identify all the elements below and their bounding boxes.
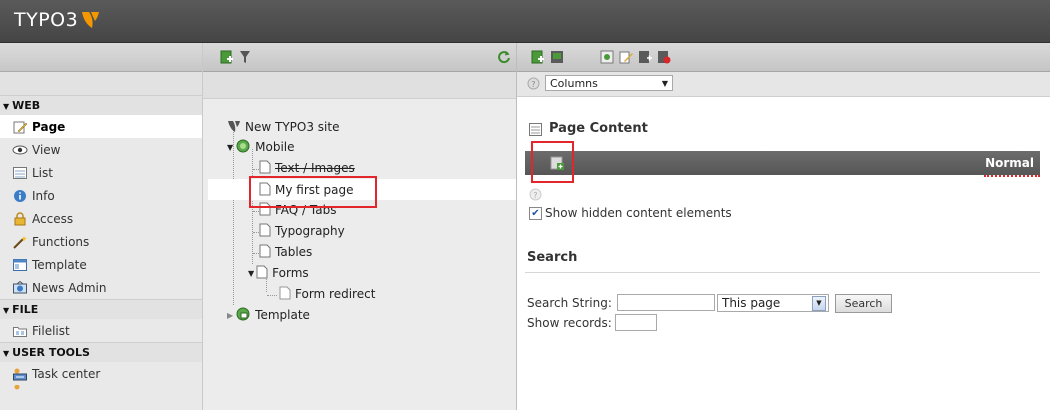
page-icon (259, 160, 271, 177)
task-icon (12, 367, 28, 381)
tree-node-tables[interactable]: Tables (259, 242, 312, 262)
content-area: ? Columns ▼ Page Content Normal ? ✔ Show… (517, 43, 1050, 410)
move-page-icon[interactable] (638, 50, 652, 67)
column-label: Normal (985, 156, 1034, 170)
show-hidden-label: Show hidden content elements (545, 206, 732, 220)
tree-node-mobile[interactable]: ▼ Mobile (227, 137, 295, 157)
group-file[interactable]: ▼ FILE (0, 299, 202, 319)
module-partially-hidden[interactable] (0, 385, 202, 395)
tree-node-text-images[interactable]: Text / Images (259, 158, 355, 178)
module-template[interactable]: Template (0, 253, 202, 276)
list-icon (12, 166, 28, 180)
top-bar: TYPO3 (0, 0, 1050, 43)
collapse-triangle-icon: ▼ (3, 102, 10, 111)
module-access[interactable]: Access (0, 207, 202, 230)
module-news-admin[interactable]: News Admin (0, 276, 202, 299)
module-list[interactable]: List (0, 161, 202, 184)
globe-page-icon (235, 138, 251, 157)
new-page-icon[interactable] (220, 50, 234, 67)
page-edit-icon (12, 120, 28, 134)
expand-triangle-icon[interactable]: ▼ (248, 269, 254, 278)
collapsed-triangle-icon[interactable]: ▶ (227, 311, 233, 320)
help-icon[interactable]: ? (527, 77, 540, 93)
new-page-icon[interactable] (531, 50, 545, 67)
typo3-site-icon (227, 119, 241, 136)
view-page-icon[interactable] (600, 50, 614, 67)
tree-node-typography[interactable]: Typography (259, 221, 345, 241)
refresh-icon[interactable] (497, 50, 511, 67)
module-view[interactable]: View (0, 138, 202, 161)
content-toolbar (517, 43, 1050, 72)
svg-text:?: ? (533, 191, 537, 200)
group-web[interactable]: ▼ WEB (0, 95, 202, 115)
module-functions[interactable]: Functions (0, 230, 202, 253)
tree-node-forms[interactable]: ▼ Forms (248, 263, 309, 283)
content-table-icon (529, 123, 542, 139)
template-icon (12, 258, 28, 272)
help-icon[interactable]: ? (529, 188, 542, 204)
search-title: Search (527, 250, 578, 265)
page-tree: New TYPO3 site ▼ Mobile Text / Images My… (203, 99, 516, 410)
eye-icon (12, 143, 28, 157)
typo3-logo-icon (82, 12, 99, 28)
column-dotted-underline (984, 175, 1040, 177)
show-hidden-checkbox[interactable]: ✔ (529, 207, 542, 220)
show-records-label: Show records: (527, 316, 612, 330)
highlight-new-content-button (531, 141, 574, 183)
user-settings-icon (12, 385, 28, 395)
module-menu: ▼ WEB Page View List Info Access Function… (0, 43, 203, 410)
tree-toolbar (203, 43, 516, 72)
view-select[interactable]: Columns ▼ (545, 75, 673, 91)
tree-root[interactable]: New TYPO3 site (227, 117, 339, 137)
module-info[interactable]: Info (0, 184, 202, 207)
page-icon (279, 286, 291, 303)
chevron-down-icon: ▼ (661, 79, 668, 88)
new-content-icon[interactable] (550, 50, 564, 67)
search-string-input[interactable] (617, 294, 715, 311)
highlight-my-first-page (249, 176, 377, 208)
group-user-tools[interactable]: ▼ USER TOOLS (0, 342, 202, 362)
search-scope-select[interactable]: This page ▼ (717, 294, 829, 312)
show-records-input[interactable] (615, 314, 657, 331)
page-icon (256, 265, 268, 282)
page-icon (259, 223, 271, 240)
page-tree-panel: New TYPO3 site ▼ Mobile Text / Images My… (203, 43, 517, 410)
module-filelist[interactable]: Filelist (0, 319, 202, 342)
collapse-triangle-icon: ▼ (3, 349, 10, 358)
filter-icon[interactable] (239, 50, 251, 67)
tree-node-template[interactable]: ▶ Template (227, 305, 310, 325)
edit-page-icon[interactable] (619, 50, 633, 67)
column-header-normal: Normal (525, 151, 1040, 175)
collapse-triangle-icon: ▼ (3, 306, 10, 315)
news-icon (12, 280, 28, 295)
svg-text:?: ? (531, 80, 535, 89)
tree-node-form-redirect[interactable]: Form redirect (279, 284, 375, 304)
expand-triangle-icon[interactable]: ▼ (227, 143, 233, 152)
search-button[interactable]: Search (835, 294, 892, 313)
search-string-label: Search String: (527, 296, 612, 310)
page-icon (259, 244, 271, 261)
wand-icon (12, 235, 28, 249)
module-menu-header (0, 43, 202, 72)
view-selector-bar: ? Columns ▼ (517, 72, 1050, 97)
folder-icon (12, 324, 28, 338)
delete-page-icon[interactable] (657, 50, 671, 67)
page-content-title: Page Content (549, 121, 648, 136)
module-task-center[interactable]: Task center (0, 362, 202, 385)
typo3-logo-text: TYPO3 (14, 9, 79, 31)
module-page[interactable]: Page (0, 115, 202, 138)
info-icon (12, 189, 28, 203)
lock-icon (12, 211, 28, 226)
folder-page-icon (235, 306, 251, 325)
chevron-down-icon: ▼ (812, 296, 826, 311)
